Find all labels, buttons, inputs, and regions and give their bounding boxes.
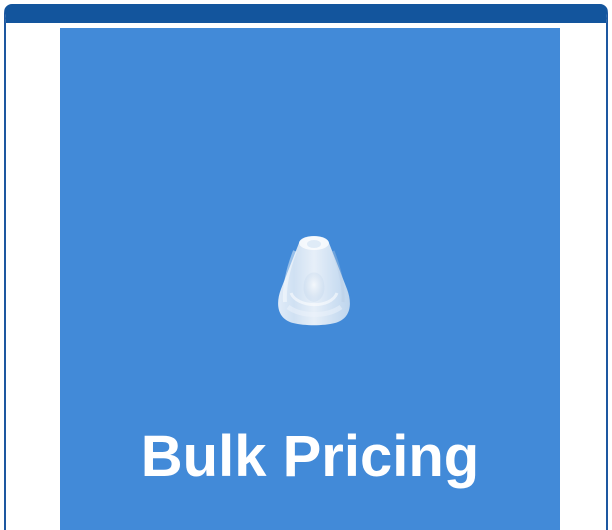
- bulk-pricing-label: Bulk Pricing: [140, 424, 480, 489]
- silicone-cone-tip-icon: [278, 236, 350, 326]
- product-image-panel[interactable]: Bulk Pricing: [60, 28, 560, 530]
- silicone-cone-tip-image[interactable]: [271, 231, 357, 326]
